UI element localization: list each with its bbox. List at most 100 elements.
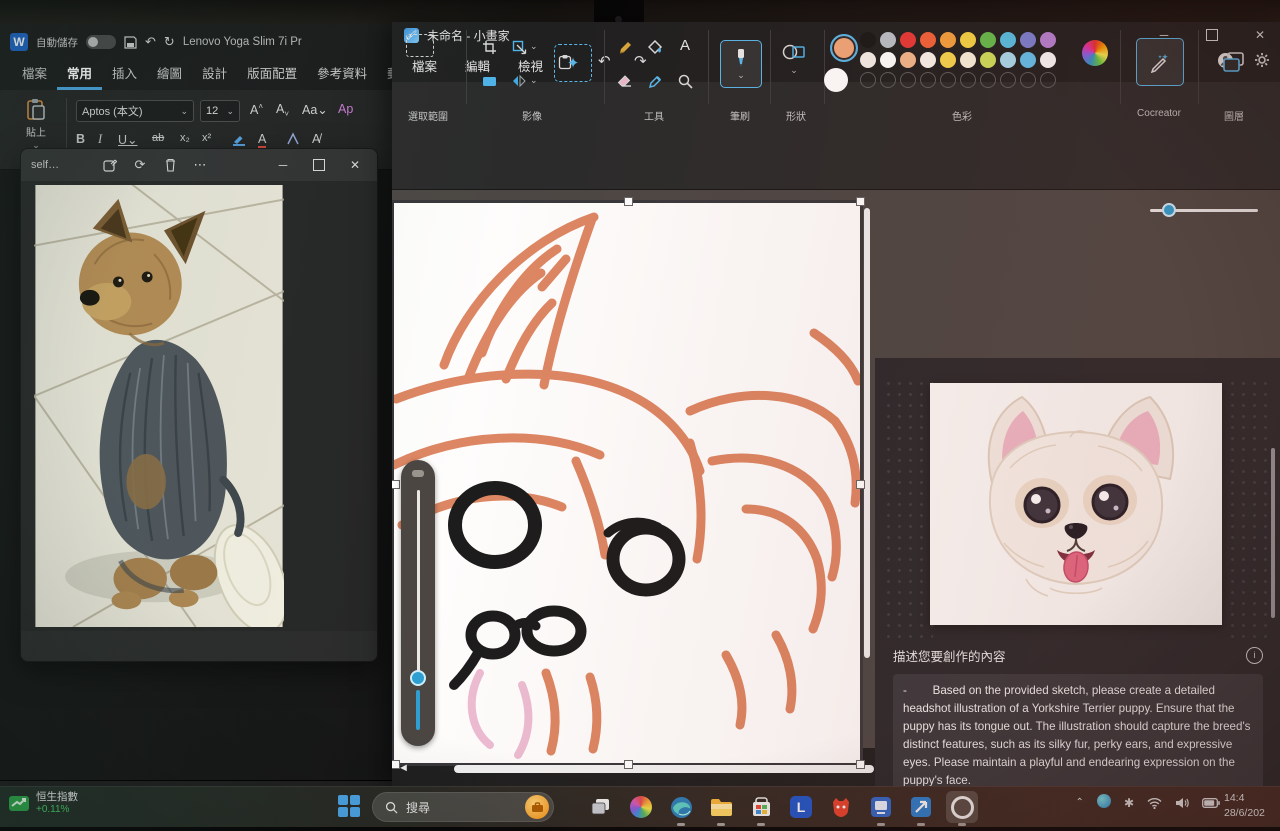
palette-swatch[interactable] — [1000, 32, 1016, 48]
undo-icon[interactable]: ↶ — [145, 34, 156, 50]
palette-swatch[interactable] — [880, 32, 896, 48]
select-tool-button[interactable]: ⌄ — [406, 34, 434, 70]
task-view-icon[interactable] — [588, 794, 614, 820]
palette-empty-slot[interactable] — [1020, 72, 1036, 88]
palette-empty-slot[interactable] — [860, 72, 876, 88]
bold-icon[interactable]: B — [76, 132, 85, 146]
tray-defender-icon[interactable] — [1097, 794, 1111, 811]
copilot-pinwheel-icon[interactable] — [628, 794, 654, 820]
font-color-icon[interactable]: A — [258, 132, 266, 146]
widgets-button[interactable]: 恒生指數 +0.11% — [8, 791, 78, 815]
autosave-toggle[interactable] — [86, 35, 116, 49]
file-explorer-icon[interactable] — [708, 794, 734, 820]
palette-empty-slot[interactable] — [1040, 72, 1056, 88]
generated-image-card[interactable] — [930, 383, 1222, 625]
search-box[interactable]: 搜尋 — [372, 792, 554, 822]
layers-button[interactable] — [1214, 42, 1254, 82]
underline-icon[interactable]: U⌄ — [118, 132, 138, 147]
palette-swatch[interactable] — [980, 32, 996, 48]
palette-swatch[interactable] — [1040, 32, 1056, 48]
palette-swatch[interactable] — [960, 32, 976, 48]
speaker-icon[interactable] — [1175, 797, 1189, 809]
brush-size-slider[interactable] — [401, 460, 435, 746]
settings-gear-icon[interactable] — [1254, 52, 1270, 68]
change-case-icon[interactable]: Aa⌄ — [302, 102, 328, 117]
palette-swatch[interactable] — [940, 52, 956, 68]
brushes-button[interactable]: ⌄ — [720, 40, 762, 88]
word-tab-版面配置[interactable]: 版面配置 — [237, 60, 307, 90]
word-tab-繪圖[interactable]: 繪圖 — [147, 60, 192, 90]
crop-icon[interactable] — [478, 36, 500, 58]
secondary-color-swatch[interactable] — [824, 68, 848, 92]
word-tab-設計[interactable]: 設計 — [192, 60, 237, 90]
resize-icon[interactable] — [508, 36, 530, 58]
rotate-flip-icon[interactable] — [508, 70, 530, 92]
text-tool-icon[interactable]: A — [674, 34, 696, 56]
palette-swatch[interactable] — [1000, 52, 1016, 68]
palette-swatch[interactable] — [860, 32, 876, 48]
tray-chevron-icon[interactable]: ⌃ — [1076, 797, 1084, 808]
font-name-combo[interactable]: Aptos (本文)⌄ — [76, 100, 194, 122]
selection-handle[interactable] — [624, 197, 633, 206]
palette-empty-slot[interactable] — [980, 72, 996, 88]
info-icon[interactable]: i — [1246, 647, 1263, 664]
palette-swatch[interactable] — [960, 52, 976, 68]
word-tab-常用[interactable]: 常用 — [57, 60, 102, 90]
palette-swatch[interactable] — [900, 52, 916, 68]
palette-empty-slot[interactable] — [1000, 72, 1016, 88]
palette-empty-slot[interactable] — [960, 72, 976, 88]
clear-format-icon[interactable]: A̸ — [312, 132, 320, 146]
cocreator-button[interactable] — [1136, 38, 1184, 86]
selection-handle[interactable] — [856, 197, 865, 206]
strikethrough-icon[interactable]: ab — [152, 132, 164, 144]
panel-scrollbar[interactable] — [1271, 448, 1275, 618]
photos-close-button[interactable]: ✕ — [337, 150, 373, 180]
word-tab-郵件[interactable]: 郵件 — [377, 60, 392, 90]
ai-select-icon[interactable]: ✦ — [554, 44, 592, 82]
edge-browser-icon[interactable] — [668, 794, 694, 820]
phonetic-guide-icon[interactable]: Ap — [338, 102, 353, 116]
selection-handle[interactable] — [392, 480, 400, 489]
palette-swatch[interactable] — [880, 52, 896, 68]
palette-swatch[interactable] — [860, 52, 876, 68]
photos-minimize-button[interactable]: ─ — [265, 150, 301, 180]
more-options-icon[interactable]: ⋯ — [185, 152, 215, 178]
word-tab-插入[interactable]: 插入 — [102, 60, 147, 90]
start-button[interactable] — [338, 795, 362, 819]
font-size-combo[interactable]: 12⌄ — [200, 100, 240, 122]
word-tab-檔案[interactable]: 檔案 — [12, 60, 57, 90]
fill-tool-icon[interactable] — [644, 36, 666, 58]
edit-colors-icon[interactable] — [1082, 40, 1108, 66]
palette-empty-slot[interactable] — [940, 72, 956, 88]
palette-swatch[interactable] — [1020, 52, 1036, 68]
palette-swatch[interactable] — [940, 32, 956, 48]
text-effects-icon[interactable] — [286, 132, 300, 146]
selection-handle[interactable] — [392, 760, 400, 769]
subscript-icon[interactable]: x₂ — [180, 132, 190, 144]
highlight-icon[interactable] — [232, 132, 246, 146]
selection-handle[interactable] — [856, 760, 865, 769]
superscript-icon[interactable]: x² — [202, 132, 211, 144]
selection-handle[interactable] — [856, 480, 865, 489]
palette-swatch[interactable] — [920, 52, 936, 68]
microsoft-store-icon[interactable] — [748, 794, 774, 820]
edit-image-icon[interactable] — [95, 152, 125, 178]
zoom-slider[interactable] — [1150, 203, 1258, 217]
palette-swatch[interactable] — [1040, 52, 1056, 68]
prompt-textarea[interactable]: - Based on the provided sketch, please c… — [893, 674, 1263, 786]
canvas-vertical-scrollbar[interactable] — [864, 208, 870, 658]
magnifier-tool-icon[interactable] — [674, 70, 696, 92]
save-icon[interactable] — [124, 36, 137, 49]
wifi-icon[interactable] — [1147, 797, 1162, 809]
selection-invert-icon[interactable] — [478, 70, 500, 92]
palette-swatch[interactable] — [920, 32, 936, 48]
grow-font-icon[interactable]: A˄ — [250, 102, 263, 117]
palette-swatch[interactable] — [980, 52, 996, 68]
battery-icon[interactable] — [1202, 798, 1220, 808]
selection-handle[interactable] — [624, 760, 633, 769]
tray-app-icon[interactable]: ✱ — [1124, 796, 1134, 810]
shrink-font-icon[interactable]: A˅ — [276, 102, 289, 119]
palette-empty-slot[interactable] — [880, 72, 896, 88]
active-app-ring-icon[interactable] — [946, 791, 978, 823]
rotate-icon[interactable]: ⟳ — [125, 152, 155, 178]
